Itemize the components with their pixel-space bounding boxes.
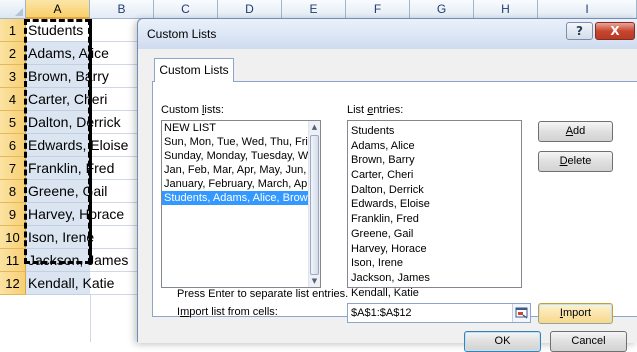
row-header[interactable]: 12 [0, 272, 26, 295]
dialog-body: Custom Lists Custom lists: NEW LIST Sun,… [138, 49, 637, 352]
dialog-titlebar[interactable]: Custom Lists ? X [138, 19, 637, 49]
vertical-scrollbar[interactable]: ▲ ▼ [308, 121, 320, 287]
list-entry: Dalton, Derrick [351, 183, 424, 196]
column-header-b[interactable]: B [90, 0, 154, 19]
select-all-corner-icon[interactable] [0, 0, 26, 19]
list-item[interactable]: January, February, March, April [162, 177, 308, 191]
list-entry: Carter, Cheri [351, 169, 414, 182]
row-header[interactable]: 5 [0, 111, 26, 134]
list-entry: Ison, Irene [351, 257, 403, 270]
scroll-up-arrow-icon[interactable]: ▲ [309, 121, 320, 133]
add-button[interactable]: Add [538, 121, 613, 142]
import-button[interactable]: Import [538, 303, 613, 324]
column-header-d[interactable]: D [218, 0, 282, 19]
copy-marquee [24, 19, 91, 264]
row-header[interactable]: 10 [0, 226, 26, 249]
list-item[interactable]: Sunday, Monday, Tuesday, Wednesday [162, 149, 308, 163]
delete-button[interactable]: Delete [538, 151, 613, 172]
list-entry: Jackson, James [351, 271, 430, 284]
list-entries-label: List entries: [347, 104, 404, 116]
column-header-g[interactable]: G [410, 0, 474, 19]
column-headers: A B C D E F G H I [26, 0, 637, 19]
scroll-thumb[interactable] [310, 135, 319, 275]
list-entry: Franklin, Fred [351, 213, 419, 226]
row-header[interactable]: 8 [0, 180, 26, 203]
cell-a12[interactable]: Kendall, Katie [26, 272, 114, 295]
list-entry: Adams, Alice [351, 139, 415, 152]
custom-lists-label: Custom lists: [161, 104, 224, 116]
import-label: Import list from cells: [177, 306, 278, 318]
column-header-e[interactable]: E [282, 0, 346, 19]
titlebar-buttons: ? X [566, 22, 635, 40]
help-icon: ? [576, 24, 583, 38]
selection-border [89, 19, 92, 264]
custom-lists-dialog: Custom Lists ? X Custom Lists Custom lis… [137, 18, 637, 352]
list-item[interactable]: NEW LIST [162, 121, 308, 135]
list-item[interactable]: Sun, Mon, Tue, Wed, Thu, Fri, Sat [162, 135, 308, 149]
column-header-f[interactable]: F [346, 0, 410, 19]
list-entry: Edwards, Eloise [351, 198, 430, 211]
row-header[interactable]: 6 [0, 134, 26, 157]
scroll-down-arrow-icon[interactable]: ▼ [309, 275, 320, 287]
row-header[interactable]: 7 [0, 157, 26, 180]
column-header-h[interactable]: H [474, 0, 538, 19]
tab-custom-lists[interactable]: Custom Lists [154, 58, 234, 82]
row-header[interactable]: 3 [0, 65, 26, 88]
row-header[interactable]: 1 [0, 19, 26, 42]
row-header[interactable]: 4 [0, 88, 26, 111]
row-header[interactable]: 2 [0, 42, 26, 65]
help-button[interactable]: ? [566, 22, 593, 40]
custom-lists-listbox[interactable]: NEW LIST Sun, Mon, Tue, Wed, Thu, Fri, S… [161, 120, 321, 288]
import-range-value: $A$1:$A$12 [351, 307, 412, 319]
list-item[interactable]: Jan, Feb, Mar, Apr, May, Jun, Jul [162, 163, 308, 177]
import-range-input[interactable]: $A$1:$A$12 [347, 303, 531, 323]
close-icon: X [610, 24, 620, 38]
column-header-a[interactable]: A [26, 0, 90, 19]
tab-panel: Custom lists: NEW LIST Sun, Mon, Tue, We… [152, 81, 637, 324]
close-button[interactable]: X [595, 22, 635, 40]
hint-text: Press Enter to separate list entries. [177, 288, 349, 300]
row-headers: 1 2 3 4 5 6 7 8 9 10 11 12 [0, 19, 26, 295]
list-entry: Greene, Gail [351, 227, 414, 240]
row-header[interactable]: 11 [0, 249, 26, 272]
list-entry: Harvey, Horace [351, 242, 427, 255]
dialog-title: Custom Lists [147, 27, 217, 41]
row-header[interactable]: 9 [0, 203, 26, 226]
range-selector-icon[interactable] [512, 304, 530, 322]
list-item-selected[interactable]: Students, Adams, Alice, Brown, Barry [162, 191, 308, 205]
list-entry: Brown, Barry [351, 154, 415, 167]
list-entries-textbox[interactable]: Students Adams, Alice Brown, Barry Carte… [347, 120, 522, 299]
list-entry: Students [351, 125, 395, 137]
column-header-c[interactable]: C [154, 0, 218, 19]
column-header-i[interactable]: I [538, 0, 637, 19]
list-entry: Kendall, Katie [351, 286, 419, 299]
